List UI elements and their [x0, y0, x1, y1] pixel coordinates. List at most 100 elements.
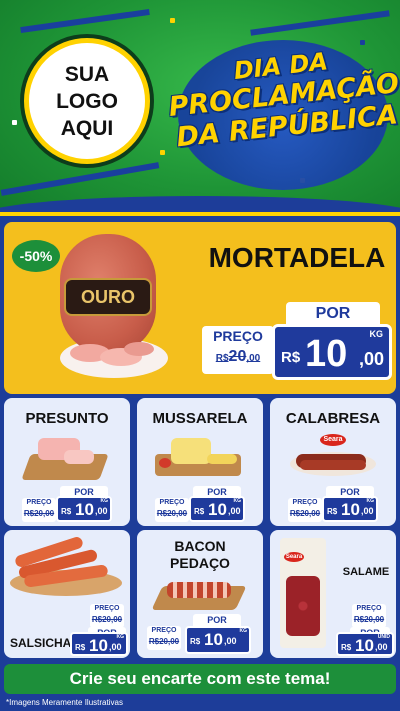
- create-flyer-button[interactable]: Crie seu encarte com este tema!: [4, 664, 396, 694]
- price-tag: R$ 10 ,00 KG: [189, 496, 245, 522]
- header-banner: SUA LOGO AQUI DIA DA PROCLAMAÇÃO DA REPÚ…: [0, 0, 400, 218]
- currency: R$: [281, 349, 301, 366]
- old-price-box: PREÇO R$20,00: [288, 498, 322, 522]
- price-decimal: ,00: [228, 506, 241, 516]
- product-name: PRESUNTO: [25, 410, 109, 427]
- currency: R$: [194, 507, 205, 516]
- price-unit: KG: [366, 498, 375, 504]
- preco-label: PREÇO: [26, 499, 52, 506]
- product-name: MORTADELA: [208, 242, 386, 273]
- old-price: R$20,00: [156, 509, 188, 518]
- price-integer: 10: [75, 500, 94, 519]
- product-card-presunto: PRESUNTO POR PREÇO R$20,00 R$ 10 ,00 KG: [4, 398, 130, 526]
- price-unit: KG: [233, 498, 242, 504]
- por-label: POR: [193, 614, 241, 626]
- preco-label: PREÇO: [94, 605, 120, 612]
- old-price: R$20,00: [215, 348, 261, 365]
- price-integer: 10: [341, 500, 360, 519]
- slice: [124, 342, 154, 356]
- price-integer: 10: [89, 636, 108, 655]
- price-unit: UNID: [377, 634, 390, 640]
- old-price: R$20,00: [91, 615, 123, 624]
- preco-label: PREÇO: [159, 499, 185, 506]
- product-card-bacon: BACON PEDAÇO POR PREÇO R$20,00 R$ 10 ,00…: [137, 530, 263, 658]
- product-card-salame: Seara SALAME PREÇO R$20,00 POR R$ 10 ,00…: [270, 530, 396, 658]
- old-price-box: PREÇO R$20,00: [147, 626, 181, 650]
- product-name-line-2: PEDAÇO: [170, 555, 230, 571]
- brand-logo: Seara: [284, 552, 304, 562]
- ham-slices: [64, 450, 94, 464]
- price-unit: KG: [116, 634, 125, 640]
- currency: R$: [190, 637, 201, 646]
- price-decimal: ,00: [375, 642, 388, 652]
- decor-stripe: [0, 162, 160, 196]
- footer-disclaimer: *Imagens Meramente Ilustrativas: [6, 698, 123, 707]
- product-name-line-1: BACON: [174, 538, 226, 554]
- old-price: R$20,00: [148, 637, 180, 646]
- price-tag: R$ 10 ,00 KG: [70, 632, 128, 656]
- price-integer: 10: [305, 333, 348, 375]
- preco-label: PREÇO: [292, 499, 318, 506]
- logo-line-1: SUA: [64, 62, 110, 86]
- por-label: POR: [286, 302, 380, 326]
- discount-badge: -50%: [12, 240, 60, 272]
- old-price: R$20,00: [23, 509, 55, 518]
- decor-stripe: [20, 8, 150, 34]
- old-price: R$20,00: [353, 615, 385, 624]
- featured-product-card: OURO -50% MORTADELA POR PREÇO R$20,00 R$…: [4, 222, 396, 394]
- cheese-block: [171, 438, 211, 464]
- old-price-box: PREÇO R$20,00: [352, 604, 386, 628]
- preco-label: PREÇO: [213, 328, 263, 344]
- salame-slices: [286, 576, 320, 636]
- bacon-strips: [167, 582, 231, 598]
- price-decimal: ,00: [361, 506, 374, 516]
- confetti: [160, 150, 165, 155]
- price-unit: KG: [100, 498, 109, 504]
- price-unit: KG: [369, 329, 384, 339]
- product-name: CALABRESA: [285, 410, 381, 427]
- decor-stripe: [250, 10, 390, 36]
- product-card-mussarela: MUSSARELA POR PREÇO R$20,00 R$ 10 ,00 KG: [137, 398, 263, 526]
- product-card-calabresa: CALABRESA Seara POR PREÇO R$20,00 R$ 10 …: [270, 398, 396, 526]
- tomato: [159, 458, 171, 468]
- product-name: BACON PEDAÇO: [137, 538, 263, 572]
- old-price: R$20,00: [289, 509, 321, 518]
- price-decimal: ,00: [95, 506, 108, 516]
- sausage: [300, 460, 366, 470]
- price-tag: R$ 10 ,00 KG: [56, 496, 112, 522]
- price-decimal: ,00: [224, 636, 237, 646]
- divider-line: [0, 212, 400, 216]
- currency: R$: [341, 643, 352, 652]
- price-tag: R$ 10 ,00 KG: [322, 496, 378, 522]
- currency: R$: [327, 507, 338, 516]
- old-price-box: PREÇO R$20,00: [155, 498, 189, 522]
- logo-line-2: LOGO: [56, 89, 118, 113]
- cheese-slices: [207, 454, 237, 464]
- logo-placeholder: SUA LOGO AQUI: [24, 38, 150, 164]
- currency: R$: [75, 643, 86, 652]
- product-name: SALAME: [342, 566, 390, 578]
- old-price-box: PREÇO R$20,00: [22, 498, 56, 522]
- price-integer: 10: [208, 500, 227, 519]
- price-tag: R$ 10 ,00 KG: [272, 324, 392, 380]
- product-card-salsicha: SALSICHA PREÇO R$20,00 POR R$ 10 ,00 KG: [4, 530, 130, 658]
- brand-label: OURO: [64, 278, 152, 316]
- price-integer: 10: [355, 636, 374, 655]
- preco-label: PREÇO: [151, 627, 177, 634]
- price-integer: 10: [204, 630, 223, 649]
- price-decimal: ,00: [359, 349, 385, 369]
- price-unit: KG: [239, 628, 248, 634]
- price-tag: R$ 10 ,00 KG: [185, 626, 251, 654]
- preco-label: PREÇO: [356, 605, 382, 612]
- confetti: [12, 120, 17, 125]
- brand-logo: Seara: [320, 434, 346, 446]
- old-price-box: PREÇO R$20,00: [202, 326, 274, 374]
- product-name: MUSSARELA: [152, 410, 248, 427]
- product-name: SALSICHA: [10, 636, 72, 650]
- logo-line-3: AQUI: [60, 116, 114, 140]
- confetti: [170, 18, 175, 23]
- price-tag: R$ 10 ,00 UNID: [336, 632, 394, 656]
- old-price-box: PREÇO R$20,00: [90, 604, 124, 628]
- currency: R$: [61, 507, 72, 516]
- price-decimal: ,00: [109, 642, 122, 652]
